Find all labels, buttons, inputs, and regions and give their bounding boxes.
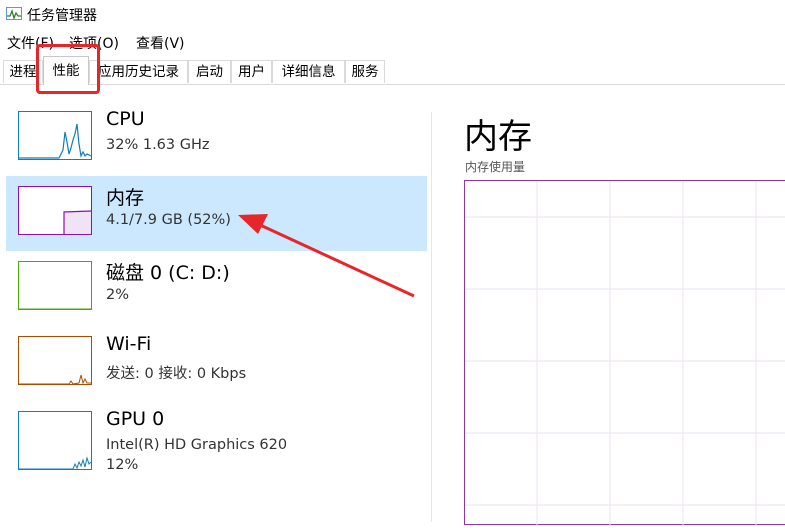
- annotation-arrow-icon: [238, 214, 415, 298]
